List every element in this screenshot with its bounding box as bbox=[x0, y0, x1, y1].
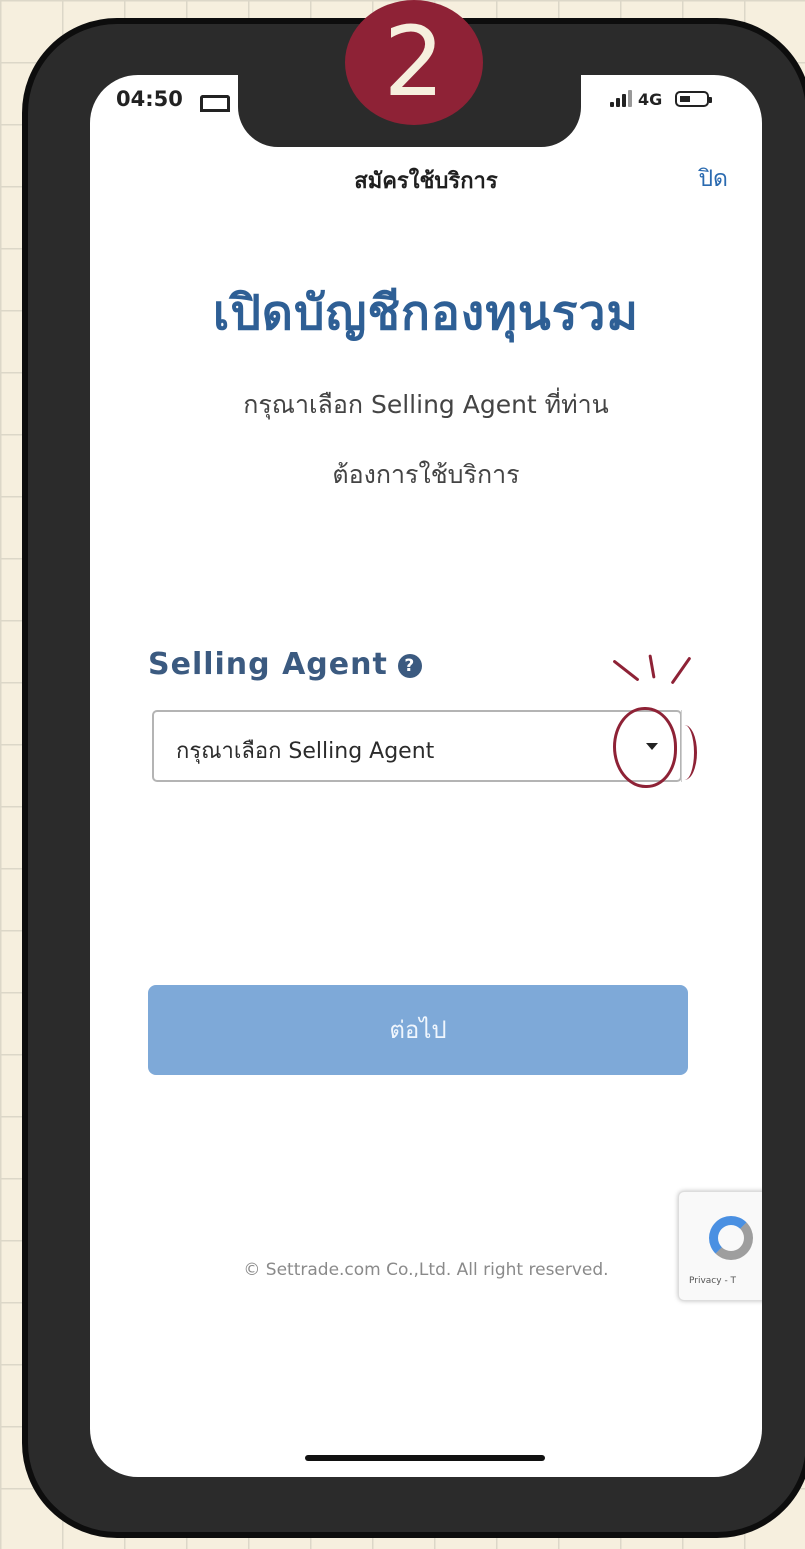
annotation-stroke bbox=[672, 725, 697, 780]
page-heading: เปิดบัญชีกองทุนรวม bbox=[212, 285, 640, 341]
annotation-ray bbox=[670, 656, 692, 685]
selling-agent-label: Selling Agent? bbox=[148, 647, 422, 682]
annotation-circle bbox=[613, 707, 677, 788]
nav-title: สมัครใช้บริการ bbox=[354, 169, 498, 194]
annotation-ray bbox=[612, 659, 640, 682]
battery-icon bbox=[675, 91, 712, 107]
signal-icon bbox=[610, 89, 634, 107]
subtitle-line-1: กรุณาเลือก Selling Agent ที่ท่าน bbox=[243, 390, 609, 419]
subtitle-line-2: ต้องการใช้บริการ bbox=[332, 460, 520, 489]
recaptcha-icon bbox=[709, 1216, 753, 1260]
bed-icon bbox=[200, 95, 230, 112]
step-number-badge: 2 bbox=[345, 0, 483, 125]
next-button[interactable]: ต่อไป bbox=[148, 985, 688, 1075]
help-icon[interactable]: ? bbox=[397, 654, 422, 678]
recaptcha-badge[interactable]: Privacy - T bbox=[678, 1191, 762, 1301]
close-button[interactable]: ปิด bbox=[698, 161, 728, 197]
selling-agent-select[interactable]: กรุณาเลือก Selling Agent bbox=[152, 710, 682, 782]
selling-agent-label-text: Selling Agent bbox=[148, 647, 388, 682]
network-label: 4G bbox=[638, 90, 663, 109]
home-indicator bbox=[305, 1455, 545, 1461]
app-screen: 04:50 4G สมัครใช้บริการ ปิด เปิดบัญชีกอง… bbox=[90, 75, 762, 1477]
select-placeholder: กรุณาเลือก Selling Agent bbox=[176, 739, 435, 764]
footer-copyright: © Settrade.com Co.,Ltd. All right reserv… bbox=[243, 1260, 609, 1280]
annotation-ray bbox=[648, 654, 656, 679]
status-time: 04:50 bbox=[116, 87, 183, 111]
